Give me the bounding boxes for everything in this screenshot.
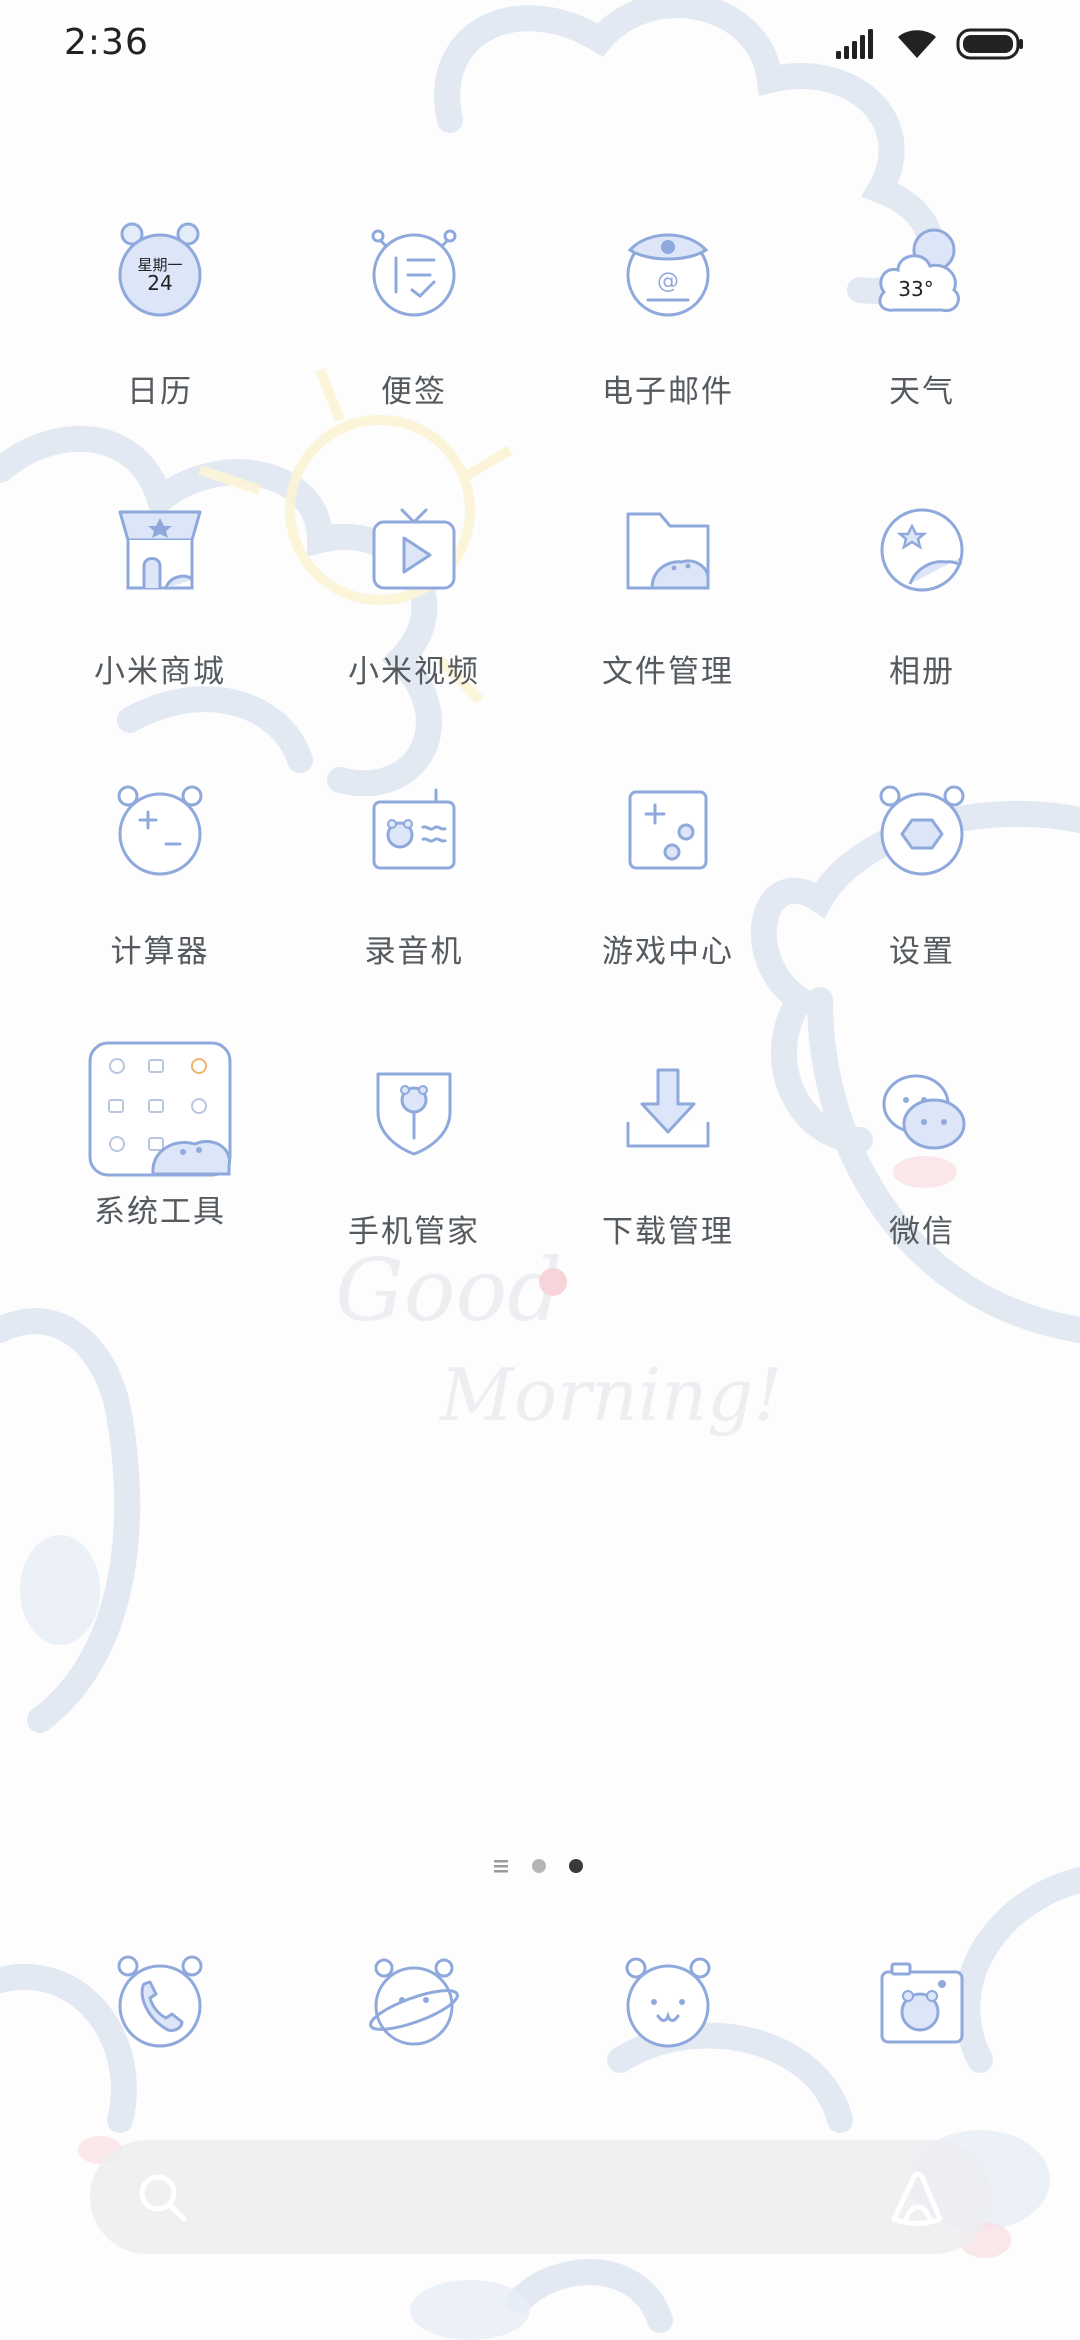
wallpaper-morning-text: Morning! bbox=[438, 1353, 782, 1437]
app-label: 录音机 bbox=[364, 934, 464, 970]
app-wechat[interactable]: 微信 bbox=[807, 1060, 1037, 1290]
settings-icon bbox=[879, 785, 965, 876]
svg-text:33°: 33° bbox=[898, 277, 933, 301]
file-manager-icon bbox=[626, 512, 710, 590]
cellular-signal-icon bbox=[836, 29, 873, 59]
app-gallery[interactable]: 相册 bbox=[807, 500, 1037, 730]
search-bar[interactable] bbox=[90, 2140, 992, 2254]
app-mi-store[interactable]: 小米商城 bbox=[45, 500, 275, 730]
phone-icon bbox=[117, 1955, 203, 2048]
app-label: 计算器 bbox=[110, 934, 210, 970]
battery-icon bbox=[956, 28, 1023, 60]
camera-icon bbox=[880, 1962, 964, 2044]
recorder-icon bbox=[372, 788, 456, 870]
app-label: 文件管理 bbox=[602, 654, 734, 690]
status-icons bbox=[836, 28, 1024, 60]
app-label: 设置 bbox=[889, 934, 955, 970]
app-calculator[interactable]: 计算器 bbox=[45, 780, 275, 1010]
app-weather[interactable]: 33° 天气 bbox=[807, 220, 1037, 450]
app-label: 系统工具 bbox=[94, 1194, 226, 1230]
app-settings[interactable]: 设置 bbox=[807, 780, 1037, 1010]
calculator-icon bbox=[117, 785, 203, 876]
status-bar: 2:36 bbox=[0, 0, 1080, 96]
app-file-manager[interactable]: 文件管理 bbox=[553, 500, 783, 730]
app-notes[interactable]: 便签 bbox=[299, 220, 529, 450]
dock-browser[interactable] bbox=[364, 1952, 464, 2052]
page-dot-2-active bbox=[569, 1859, 583, 1873]
folder-system-tools[interactable]: 系统工具 bbox=[45, 1040, 275, 1270]
app-label: 小米视频 bbox=[348, 654, 480, 690]
app-label: 小米商城 bbox=[94, 654, 226, 690]
mi-store-icon bbox=[118, 510, 202, 590]
email-icon: @ bbox=[626, 233, 710, 317]
svg-text:24: 24 bbox=[147, 271, 172, 295]
assistant-icon[interactable] bbox=[884, 2167, 950, 2227]
app-label: 手机管家 bbox=[348, 1214, 480, 1250]
app-label: 日历 bbox=[127, 374, 193, 410]
app-label: 微信 bbox=[889, 1214, 955, 1250]
dock-camera[interactable] bbox=[872, 1952, 972, 2052]
app-recorder[interactable]: 录音机 bbox=[299, 780, 529, 1010]
messages-icon bbox=[625, 1957, 711, 2048]
page-dot-1 bbox=[532, 1859, 546, 1873]
app-calendar[interactable]: 星期一 24 日历 bbox=[45, 220, 275, 450]
status-time: 2:36 bbox=[64, 22, 149, 63]
search-icon[interactable] bbox=[132, 2167, 192, 2227]
page-indicator[interactable] bbox=[490, 1854, 590, 1878]
gallery-icon bbox=[880, 508, 964, 592]
downloads-icon bbox=[626, 1068, 710, 1148]
notes-icon bbox=[371, 229, 457, 317]
app-label: 下载管理 bbox=[602, 1214, 734, 1250]
browser-icon bbox=[369, 1958, 459, 2046]
app-mi-video[interactable]: 小米视频 bbox=[299, 500, 529, 730]
game-center-icon bbox=[628, 790, 708, 870]
svg-text:@: @ bbox=[657, 269, 679, 294]
app-email[interactable]: @ 电子邮件 bbox=[553, 220, 783, 450]
wifi-icon bbox=[898, 30, 936, 58]
list-page-icon bbox=[494, 1860, 508, 1873]
app-security[interactable]: 手机管家 bbox=[299, 1060, 529, 1290]
system-tools-folder-icon bbox=[88, 1041, 232, 1177]
wechat-icon bbox=[882, 1074, 966, 1150]
app-downloads[interactable]: 下载管理 bbox=[553, 1060, 783, 1290]
app-label: 游戏中心 bbox=[602, 934, 734, 970]
home-screen: Good Morning! 2:36 星期一 24 日历 便签 @ 电子邮件 3… bbox=[0, 0, 1080, 2340]
app-game-center[interactable]: 游戏中心 bbox=[553, 780, 783, 1010]
dock-messages[interactable] bbox=[618, 1952, 718, 2052]
app-label: 相册 bbox=[889, 654, 955, 690]
calendar-icon: 星期一 24 bbox=[118, 222, 202, 317]
mi-video-icon bbox=[372, 508, 456, 590]
weather-icon: 33° bbox=[878, 228, 960, 313]
security-icon bbox=[376, 1072, 452, 1156]
app-label: 便签 bbox=[381, 374, 447, 410]
app-label: 电子邮件 bbox=[602, 374, 734, 410]
dock-phone[interactable] bbox=[110, 1952, 210, 2052]
app-label: 天气 bbox=[889, 374, 955, 410]
